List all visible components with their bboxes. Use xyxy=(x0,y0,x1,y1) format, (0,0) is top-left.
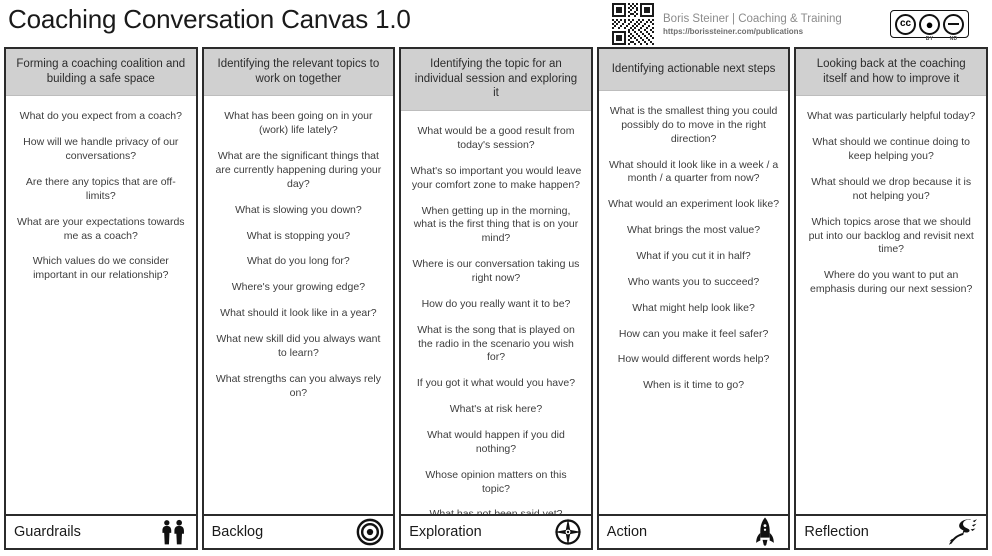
column-footer-label: Backlog xyxy=(211,523,264,540)
cc-nd-icon: ND xyxy=(943,13,964,41)
question-item: What do you expect from a coach? xyxy=(19,110,182,123)
question-item: What is slowing you down? xyxy=(235,203,362,216)
question-item: What should we drop because it is not he… xyxy=(811,176,972,202)
canvas-column-backlog[interactable]: Identifying the relevant topics to work … xyxy=(201,47,396,550)
question-item: How can you make it feel safer? xyxy=(618,327,769,340)
question-item: What strengths can you always rely on? xyxy=(215,372,381,399)
canvas-column-reflection[interactable]: Looking back at the coaching itself and … xyxy=(794,47,988,550)
question-item: When getting up in the morning, what is … xyxy=(413,204,579,245)
question-item: What is the song that is played on the r… xyxy=(417,323,575,364)
question-item: What's so important you would leave your… xyxy=(410,164,582,191)
question-item: How will we handle privacy of our conver… xyxy=(23,136,179,163)
column-heading: Identifying the topic for an individual … xyxy=(401,49,591,112)
attribution-name: Boris Steiner | Coaching & Training xyxy=(663,12,842,25)
no-derivatives-glyph xyxy=(948,22,959,26)
question-item: What was particularly helpful today? xyxy=(807,110,976,123)
compass-icon xyxy=(553,517,583,547)
target-icon xyxy=(355,517,385,547)
column-footer-exploration[interactable]: Exploration xyxy=(399,514,593,550)
question-item: What would an experiment look like? xyxy=(608,198,780,211)
column-footer-action[interactable]: Action xyxy=(596,514,791,550)
column-heading: Identifying the relevant topics to work … xyxy=(203,49,394,97)
column-footer-label: Exploration xyxy=(409,523,482,540)
column-heading: Looking back at the coaching itself and … xyxy=(796,49,986,97)
column-questions: What would be a good result from today's… xyxy=(401,111,591,548)
column-footer-label: Action xyxy=(606,523,648,540)
question-item: Where do you want to put an emphasis dur… xyxy=(810,269,973,296)
two-people-icon xyxy=(158,517,188,547)
canvas-column-guardrails[interactable]: Forming a coaching coalition and buildin… xyxy=(4,47,198,550)
column-questions: What do you expect from a coach? How wil… xyxy=(6,96,196,548)
question-item: Whose opinion matters on this topic? xyxy=(425,468,567,495)
question-item: What would happen if you did nothing? xyxy=(427,429,565,455)
attribution-url: https://borissteiner.com/publications xyxy=(663,27,804,37)
question-item: When is it time to go? xyxy=(643,379,745,392)
canvas-column-action[interactable]: Identifying actionable next steps What i… xyxy=(596,47,791,550)
qr-code-icon xyxy=(612,3,654,45)
canvas-columns: Forming a coaching coalition and buildin… xyxy=(0,47,992,552)
column-questions: What was particularly helpful today? Wha… xyxy=(796,96,986,548)
column-footer-backlog[interactable]: Backlog xyxy=(201,514,396,550)
attribution-text: Boris Steiner | Coaching & Training http… xyxy=(663,11,842,37)
question-item: What is stopping you? xyxy=(246,229,351,242)
cc-icon: cc xyxy=(895,13,916,35)
column-heading: Identifying actionable next steps xyxy=(598,49,789,91)
question-item: What are the significant things that are… xyxy=(215,150,382,190)
question-item: What brings the most value? xyxy=(627,224,761,237)
column-footer-guardrails[interactable]: Guardrails xyxy=(4,514,198,550)
question-item: What might help look like? xyxy=(632,301,755,314)
cc-by-label: BY xyxy=(925,35,934,42)
question-item: If you got it what would you have? xyxy=(416,377,576,390)
column-footer-label: Reflection xyxy=(804,523,869,540)
question-item: Where's your growing edge? xyxy=(231,281,366,294)
question-item: What do you long for? xyxy=(247,255,350,268)
cc-by-nd-badge[interactable]: cc ● BY ND xyxy=(890,10,969,41)
winding-road-icon xyxy=(948,517,978,547)
cc-nd-label: ND xyxy=(949,35,958,42)
cc-by-icon: ● BY xyxy=(919,13,940,41)
attribution-block: Boris Steiner | Coaching & Training http… xyxy=(612,3,842,45)
column-footer-label: Guardrails xyxy=(14,523,81,540)
question-item: Which values do we consider important in… xyxy=(32,255,169,282)
question-item: How do you really want it to be? xyxy=(421,297,571,310)
page-title: Coaching Conversation Canvas 1.0 xyxy=(8,4,411,34)
column-questions: What has been going on in your (work) li… xyxy=(204,96,394,548)
question-item: What's at risk here? xyxy=(449,403,543,416)
question-item: Where is our conversation taking us righ… xyxy=(412,258,580,285)
canvas-header: Coaching Conversation Canvas 1.0 Boris S… xyxy=(0,0,992,47)
attribution-person-glyph: ● xyxy=(925,16,934,32)
question-item: What is the smallest thing you could pos… xyxy=(609,105,778,145)
question-item: What are your expectations towards me as… xyxy=(17,215,185,242)
question-item: What would be a good result from today's… xyxy=(417,125,575,152)
question-item: Are there any topics that are off-limits… xyxy=(25,176,176,202)
question-item: What should it look like in a year? xyxy=(220,307,377,320)
column-heading: Forming a coaching coalition and buildin… xyxy=(6,49,196,97)
question-item: How would different words help? xyxy=(617,353,770,366)
question-item: What new skill did you always want to le… xyxy=(216,333,381,359)
question-item: What should we continue doing to keep he… xyxy=(812,136,970,163)
cc-label: cc xyxy=(899,18,912,29)
question-item: What if you cut it in half? xyxy=(636,250,751,263)
question-item: What should it look like in a week / a m… xyxy=(608,158,779,185)
question-item: Which topics arose that we should put in… xyxy=(808,215,974,256)
question-item: What has been going on in your (work) li… xyxy=(224,110,373,137)
question-item: Who wants you to succeed? xyxy=(627,275,760,288)
column-footer-reflection[interactable]: Reflection xyxy=(794,514,988,550)
canvas-column-exploration[interactable]: Identifying the topic for an individual … xyxy=(399,47,593,550)
column-questions: What is the smallest thing you could pos… xyxy=(599,91,789,548)
rocket-icon xyxy=(750,517,780,547)
